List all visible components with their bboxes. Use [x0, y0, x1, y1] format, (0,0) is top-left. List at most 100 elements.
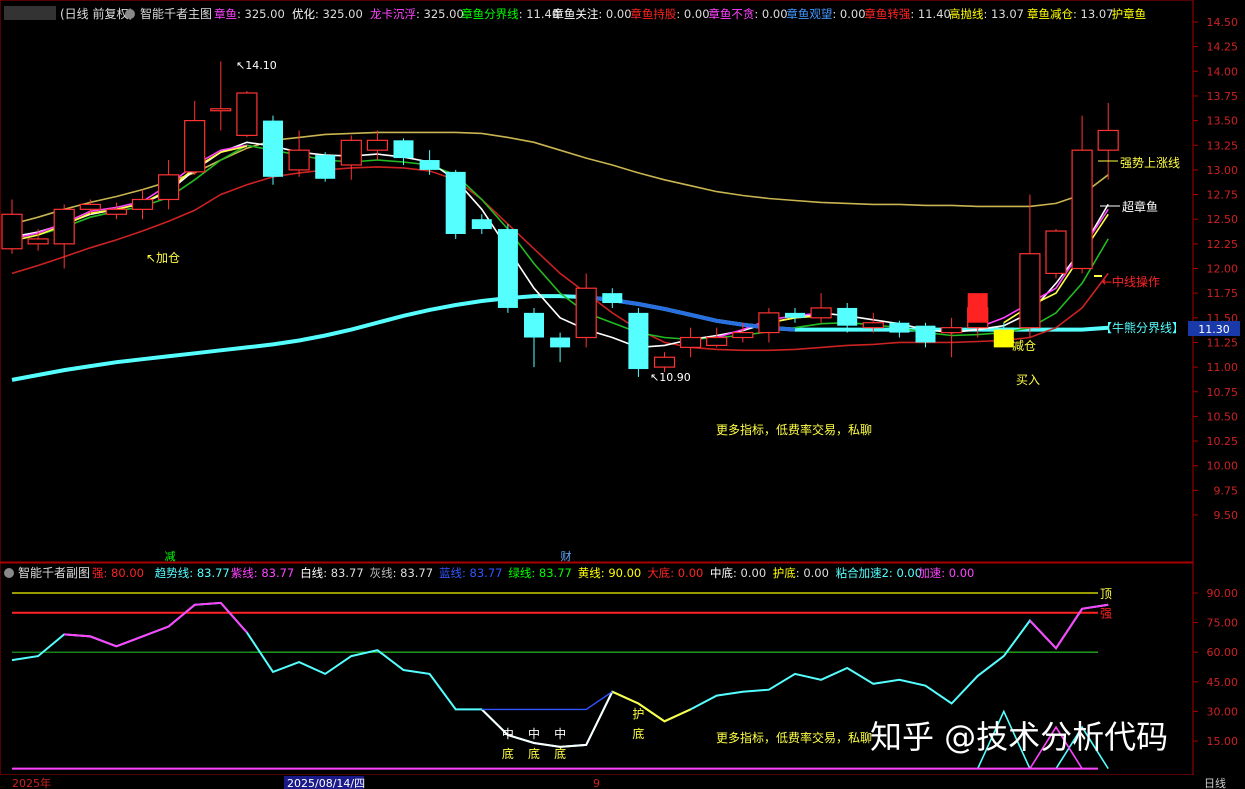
- candle-body-up: [340, 139, 362, 166]
- low-price-label: ↖10.90: [650, 371, 691, 384]
- main-header-pair: 章鱼不贪: 0.00: [708, 7, 787, 21]
- candle-body-down: [837, 307, 858, 326]
- main-header-pair: 优化: 325.00: [292, 7, 363, 21]
- pair-label: 白线: [300, 566, 323, 580]
- pair-value: : 325.00: [237, 7, 285, 21]
- mid-bottom-label-top: 中: [554, 726, 566, 741]
- footer-bg: [0, 775, 1245, 789]
- candle-body-down: [263, 120, 283, 177]
- pair-value: : 0.00: [941, 566, 974, 580]
- footer-year: 2025年: [12, 776, 51, 789]
- mid-bottom-label-top: 中: [528, 726, 540, 741]
- sub-header-values: 强: 80.00 趋势线: 83.77 紫线: 83.77 白线: 83.77 灰线: …: [92, 566, 974, 580]
- pair-label: 章鱼观望: [786, 7, 832, 21]
- candle-body-up: [288, 149, 310, 171]
- promo-text-main: 更多指标，低费率交易，私聊: [716, 422, 872, 437]
- main-header-pair: 龙卡沉浮: 325.00: [370, 7, 464, 21]
- pair-value: : 83.77: [323, 566, 363, 580]
- pair-label: 章鱼不贪: [708, 7, 754, 21]
- pair-label: 绿线: [508, 566, 531, 580]
- pair-value: : 0.00: [670, 566, 703, 580]
- pair-label: 灰线: [370, 566, 393, 580]
- watermark: 知乎 @技术分析代码: [870, 718, 1168, 756]
- sub-header-pair: 护底: 0.00: [773, 566, 829, 580]
- pair-value: : 11.40: [910, 7, 950, 21]
- candle-body-down: [550, 337, 571, 348]
- price-tick-label: 12.25: [1207, 238, 1239, 251]
- candle-body-down: [602, 293, 623, 304]
- main-header-pair: 章鱼分界线: 11.40: [461, 7, 559, 21]
- pair-label: 龙卡沉浮: [370, 7, 416, 21]
- strength-signal-block: [967, 293, 988, 323]
- pair-label: 高抛线: [949, 7, 984, 21]
- pair-value: : 80.00: [104, 566, 144, 580]
- footer-period[interactable]: 日线: [1204, 776, 1226, 789]
- reduce-position-label: 减仓: [1012, 339, 1036, 353]
- pair-label: 粘合加速2: [836, 566, 889, 580]
- main-header-pair: 章鱼关注: 0.00: [552, 7, 631, 21]
- sub-header-pair: 趋势线: 83.77: [155, 566, 230, 580]
- footer-date[interactable]: 2025/08/14/四: [287, 777, 365, 789]
- pair-value: : 0.00: [676, 7, 709, 21]
- candle-body-down: [471, 219, 492, 230]
- settings-icon[interactable]: [125, 9, 135, 19]
- pair-label: 优化: [292, 7, 315, 21]
- sub-tick-label: 45.00: [1207, 676, 1239, 689]
- price-tick-label: 11.25: [1207, 336, 1239, 349]
- pair-label: 章鱼关注: [552, 7, 598, 21]
- sub-header-pair: 紫线: 83.77: [231, 566, 294, 580]
- price-tick-label: 12.75: [1207, 189, 1239, 202]
- price-tick-label: 10.50: [1207, 410, 1239, 423]
- finance-marker: 财: [561, 549, 572, 563]
- pair-label: 中底: [710, 566, 733, 580]
- sub-ref-label-1: 强: [1100, 607, 1112, 621]
- footer-bar: 2025年 2025/08/14/四 9 日线: [0, 775, 1245, 789]
- add-position-label: ↖加仓: [146, 251, 180, 265]
- candle-body-down: [524, 312, 544, 338]
- sub-indicator-name[interactable]: 智能千者副图: [18, 565, 90, 580]
- pair-value: : 90.00: [601, 566, 641, 580]
- pair-value: : 83.77: [254, 566, 294, 580]
- candle-body-up: [679, 336, 702, 348]
- sub-header-pair: 蓝线: 83.77: [439, 566, 502, 580]
- main-header-pair: 章鱼转强: 11.40: [864, 7, 950, 21]
- price-tick-label: 9.75: [1214, 484, 1239, 497]
- candle-body-down: [497, 229, 518, 308]
- pair-label: 章鱼减仓: [1027, 7, 1073, 21]
- sub-tick-label: 75.00: [1207, 617, 1239, 630]
- stock-code-mask: [4, 6, 56, 20]
- candle-body-down: [628, 312, 649, 370]
- price-tick-label: 13.25: [1207, 139, 1239, 152]
- pair-value: : 0.00: [754, 7, 787, 21]
- candle-body-up: [79, 203, 101, 210]
- sub-tick-label: 30.00: [1207, 705, 1239, 718]
- pair-label: 护底: [773, 566, 796, 580]
- price-tick-label: 13.00: [1207, 164, 1239, 177]
- sub-tick-label: 90.00: [1207, 587, 1239, 600]
- main-price-axis: 14.50 14.25 14.00 13.75 13.50 13.25 13.00 12.75…: [1193, 16, 1238, 522]
- price-tick-label: 10.00: [1207, 460, 1239, 473]
- candle-body-up: [1, 213, 23, 250]
- candle-body-down: [915, 325, 936, 343]
- high-price-label: ↖14.10: [236, 59, 277, 72]
- mid-line-label: ←中线操作: [1102, 274, 1160, 289]
- candle-body-down: [785, 312, 805, 318]
- pair-label: 章鱼持股: [630, 7, 676, 21]
- sub-header-pair: 粘合加速2: 0.00: [836, 566, 922, 580]
- candle-body-up: [27, 238, 49, 245]
- pair-value: : 83.77: [393, 566, 433, 580]
- stock-chart[interactable]: 14.50 14.25 14.00 13.75 13.50 13.25 13.00 12.75…: [0, 0, 1245, 789]
- pair-label: 紫线: [231, 566, 254, 580]
- candle-body-up: [940, 327, 963, 334]
- main-indicator-name[interactable]: 智能千者主图: [140, 6, 212, 21]
- sub-settings-icon[interactable]: [4, 568, 14, 578]
- candle-body-up: [653, 356, 676, 368]
- sub-value-axis: 90.00 75.00 60.00 45.00 30.00 15.00: [1193, 587, 1238, 748]
- pair-value: : 0.00: [889, 566, 922, 580]
- sub-header-pair: 强: 80.00: [92, 566, 144, 580]
- buy-signal-block: [993, 329, 1014, 348]
- candle-body-down: [393, 140, 414, 159]
- strong-rise-label: 强势上涨线: [1120, 155, 1180, 170]
- main-header: (日线 前复权) 智能千者主图 章鱼: 325.00 优化: 325.00 龙卡沉浮…: [4, 6, 1146, 21]
- sub-header-pair: 中底: 0.00: [710, 566, 766, 580]
